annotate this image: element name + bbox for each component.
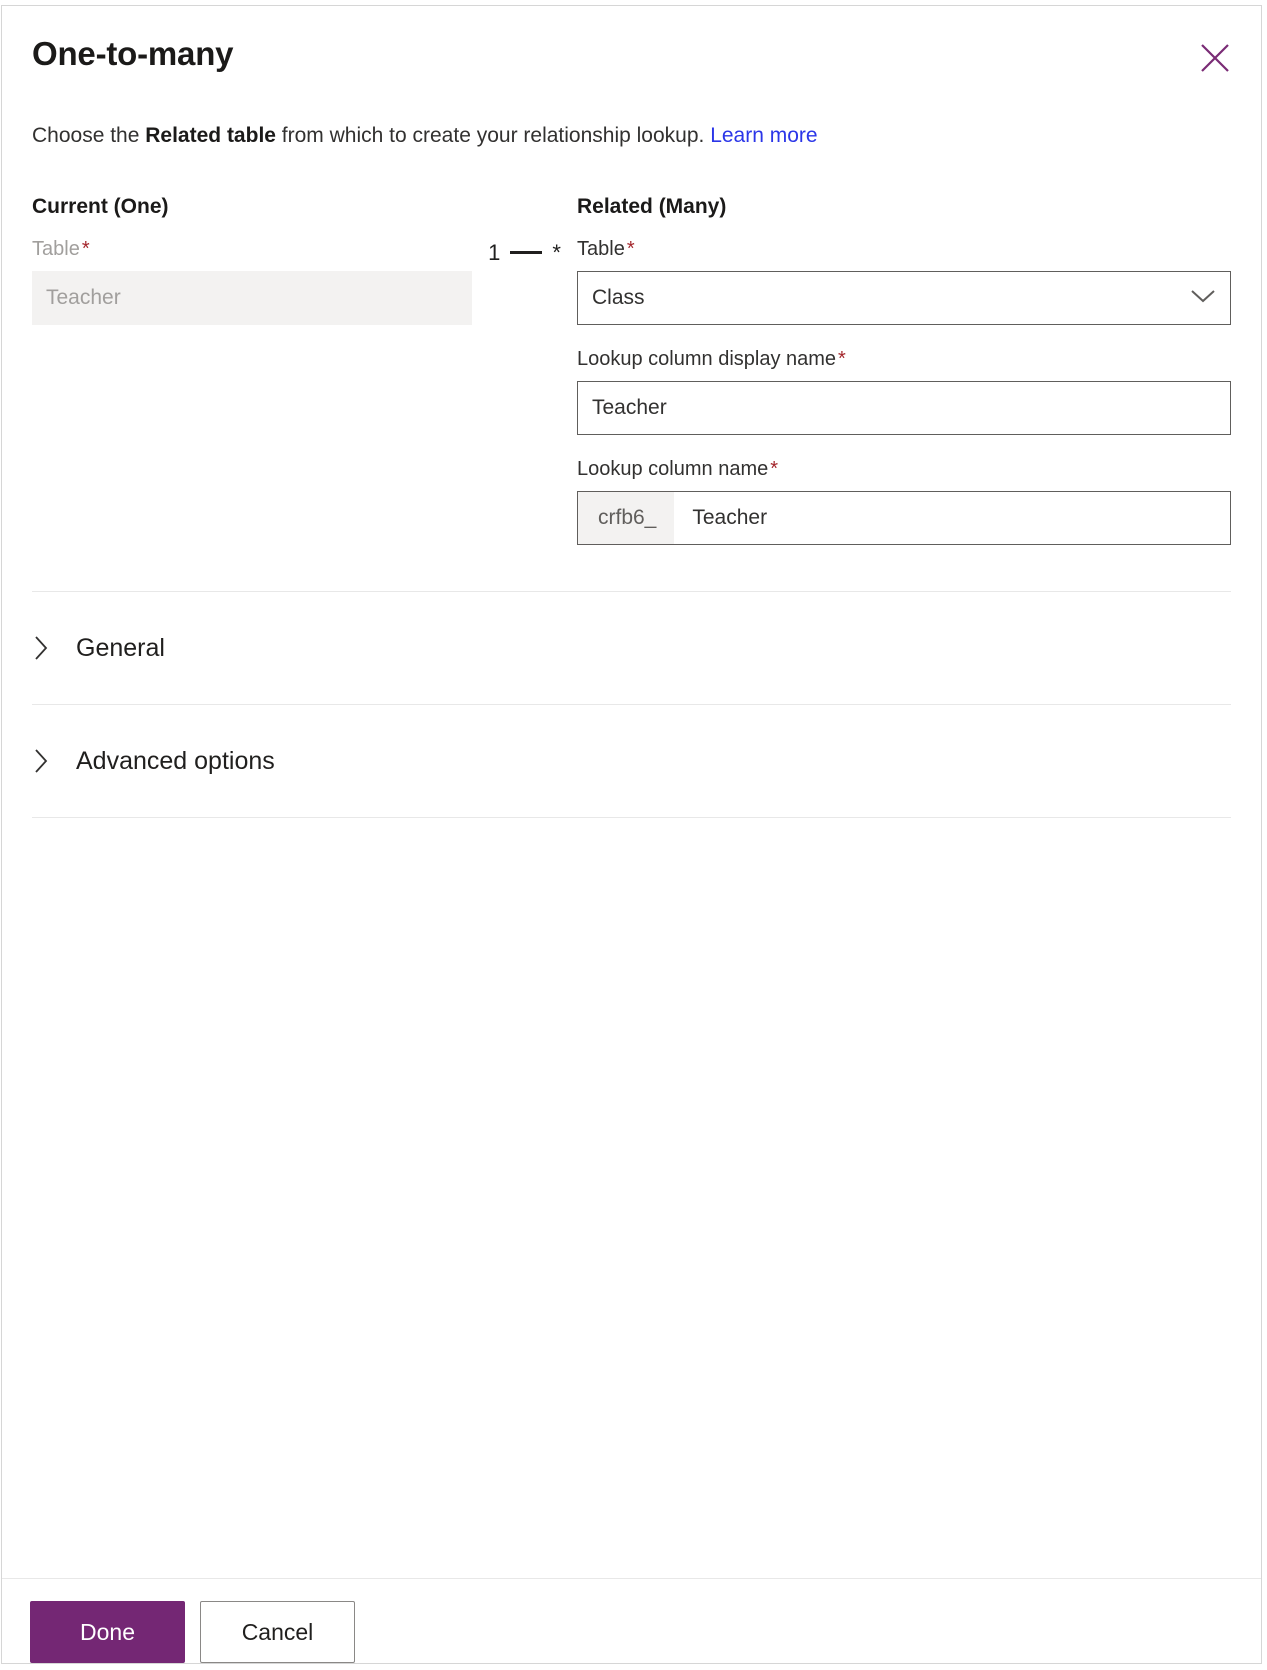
page-title: One-to-many xyxy=(32,35,234,72)
cardinality-connector: 1 * xyxy=(472,194,577,545)
lookup-column-name-group: crfb6_ Teacher xyxy=(577,491,1231,546)
lookup-display-name-input[interactable]: Teacher xyxy=(577,381,1231,436)
one-to-many-dialog: One-to-many Choose the Related table fro… xyxy=(1,5,1262,1664)
required-asterisk: * xyxy=(81,238,90,261)
dialog-header: One-to-many xyxy=(2,6,1261,74)
current-table-input: Teacher xyxy=(32,271,472,326)
related-many-column: Related (Many) Table * Class Lookup colu… xyxy=(577,194,1231,546)
required-asterisk: * xyxy=(838,348,846,371)
lookup-display-name-label-text: Lookup column display name xyxy=(577,348,837,371)
relationship-columns: Current (One) Table * Teacher 1 * Relate… xyxy=(32,194,1231,546)
related-table-label: Table * xyxy=(577,237,1231,261)
cardinality-one: 1 xyxy=(488,239,501,265)
current-table-field: Table * Teacher xyxy=(32,237,472,326)
required-asterisk: * xyxy=(770,458,779,481)
section-advanced-options-label: Advanced options xyxy=(76,746,275,775)
section-advanced-options[interactable]: Advanced options xyxy=(32,705,1231,817)
dialog-body: Current (One) Table * Teacher 1 * Relate… xyxy=(2,150,1261,1578)
lookup-column-name-label-text: Lookup column name xyxy=(577,458,769,481)
lookup-column-name-label: Lookup column name * xyxy=(577,457,1231,481)
current-table-value: Teacher xyxy=(46,286,121,310)
close-button[interactable] xyxy=(1191,34,1239,82)
lookup-column-name-field: Lookup column name * crfb6_ Teacher xyxy=(577,457,1231,546)
section-general[interactable]: General xyxy=(32,592,1231,704)
divider xyxy=(32,817,1231,819)
related-table-field: Table * Class xyxy=(577,237,1231,326)
dialog-subtitle: Choose the Related table from which to c… xyxy=(32,122,1231,150)
chevron-right-icon xyxy=(32,635,50,661)
dialog-footer: Done Cancel xyxy=(2,1578,1261,1663)
current-one-column: Current (One) Table * Teacher xyxy=(32,194,472,545)
section-general-label: General xyxy=(76,633,165,662)
chevron-down-icon xyxy=(1190,286,1216,310)
current-one-heading: Current (One) xyxy=(32,194,169,218)
related-table-dropdown[interactable]: Class xyxy=(577,271,1231,326)
lookup-column-name-input[interactable]: Teacher xyxy=(674,492,1230,544)
lookup-display-name-value: Teacher xyxy=(592,396,667,420)
cardinality-many: * xyxy=(552,239,561,265)
chevron-right-icon xyxy=(32,748,50,774)
subtitle-before: Choose the xyxy=(32,123,146,147)
current-table-label: Table * xyxy=(32,237,472,261)
lookup-column-name-prefix: crfb6_ xyxy=(578,492,675,545)
related-table-label-text: Table xyxy=(577,238,625,261)
cancel-button[interactable]: Cancel xyxy=(200,1601,355,1663)
required-asterisk: * xyxy=(626,238,635,261)
lookup-display-name-field: Lookup column display name * Teacher xyxy=(577,347,1231,436)
lookup-column-name-value: Teacher xyxy=(692,506,768,530)
close-icon xyxy=(1198,41,1232,75)
subtitle-after: from which to create your relationship l… xyxy=(275,123,711,147)
learn-more-link[interactable]: Learn more xyxy=(710,124,817,147)
current-table-label-text: Table xyxy=(32,238,80,261)
related-table-value: Class xyxy=(592,286,645,310)
lookup-display-name-label: Lookup column display name * xyxy=(577,347,1231,371)
connector-line xyxy=(510,251,543,255)
subtitle-emphasis: Related table xyxy=(145,123,276,147)
related-many-heading: Related (Many) xyxy=(577,194,727,218)
done-button[interactable]: Done xyxy=(30,1601,185,1663)
